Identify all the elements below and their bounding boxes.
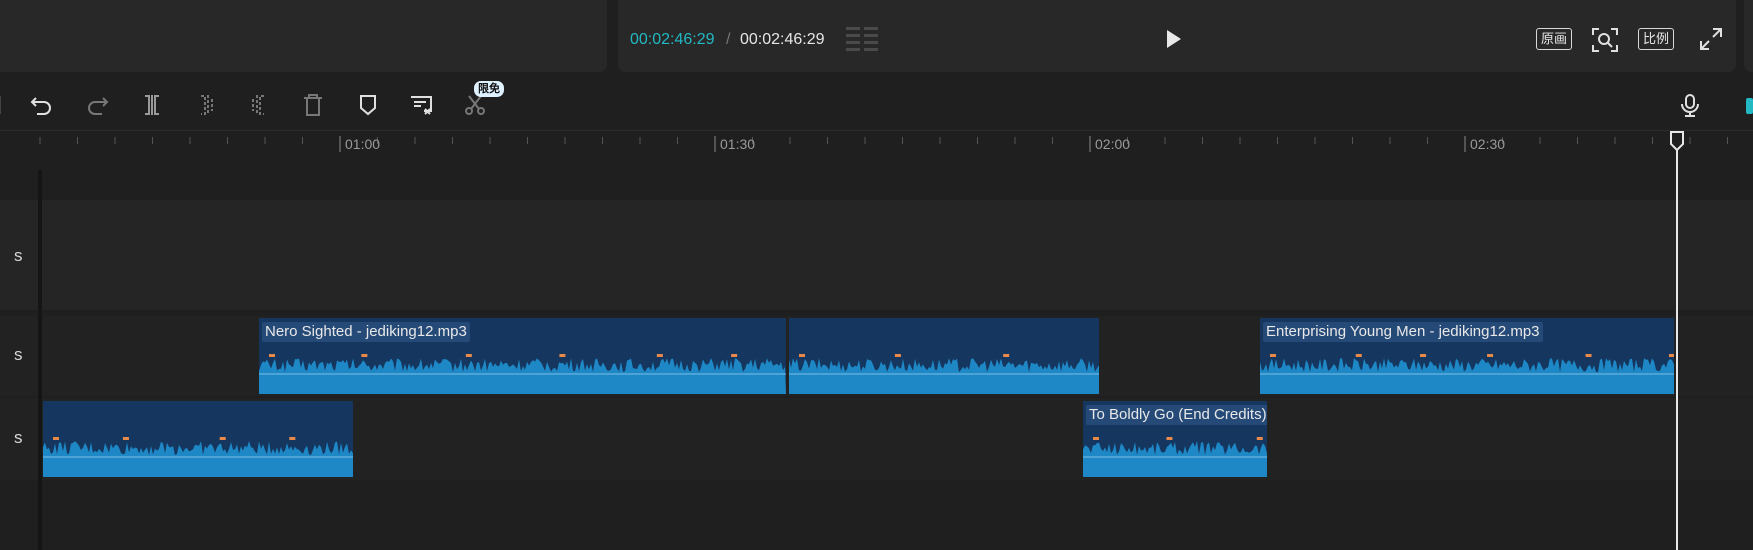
- timecode-separator: /: [726, 31, 731, 48]
- grid-icon[interactable]: [846, 27, 880, 51]
- media-panel: [0, 0, 607, 72]
- playhead-handle[interactable]: [1669, 130, 1685, 152]
- audio-clip[interactable]: [789, 318, 1099, 394]
- track-label: s: [14, 345, 23, 364]
- clip-title: To Boldly Go (End Credits): [1086, 405, 1267, 425]
- playhead[interactable]: [1676, 140, 1678, 550]
- trim-left-icon[interactable]: [194, 93, 218, 117]
- zoom-fit-icon[interactable]: [1592, 28, 1618, 52]
- track-lane: [0, 200, 1753, 310]
- ruler-label: 01:00: [345, 136, 381, 152]
- marker-icon[interactable]: [356, 93, 380, 117]
- undo-icon[interactable]: [30, 93, 54, 117]
- ruler-label: 01:30: [720, 136, 756, 152]
- properties-panel: [1744, 0, 1753, 72]
- aspect-ratio-button[interactable]: 比例: [1638, 28, 1675, 50]
- redo-icon[interactable]: [85, 93, 109, 117]
- waveform: [789, 354, 1099, 394]
- fullscreen-icon[interactable]: [1700, 28, 1722, 50]
- track-divider: [38, 170, 42, 550]
- current-timecode: 00:02:46:29: [630, 31, 715, 48]
- waveform: [43, 437, 353, 477]
- ruler-label: 02:30: [1470, 136, 1506, 152]
- toolbar-divider: [0, 96, 1, 114]
- free-badge: 限免: [474, 81, 504, 97]
- audio-clip[interactable]: Nero Sighted - jediking12.mp3: [259, 318, 786, 394]
- delete-icon[interactable]: [301, 93, 325, 117]
- original-quality-button[interactable]: 原画: [1536, 28, 1573, 50]
- panel-toggle[interactable]: [1746, 98, 1753, 114]
- ruler-label: 02:00: [1095, 136, 1131, 152]
- clip-title: Nero Sighted - jediking12.mp3: [262, 322, 470, 342]
- split-icon[interactable]: [140, 93, 164, 117]
- track-label: s: [14, 428, 23, 447]
- clip-title: Enterprising Young Men - jediking12.mp3: [1263, 322, 1543, 342]
- microphone-icon[interactable]: [1678, 93, 1702, 117]
- audio-clip[interactable]: To Boldly Go (End Credits): [1083, 401, 1267, 477]
- play-button[interactable]: [1167, 30, 1181, 48]
- audio-clip[interactable]: [43, 401, 353, 477]
- auto-caption-icon[interactable]: [409, 93, 433, 117]
- audio-clip[interactable]: Enterprising Young Men - jediking12.mp3: [1260, 318, 1674, 394]
- total-timecode: 00:02:46:29: [740, 31, 825, 48]
- track-label: s: [14, 246, 23, 265]
- trim-right-icon[interactable]: [247, 93, 271, 117]
